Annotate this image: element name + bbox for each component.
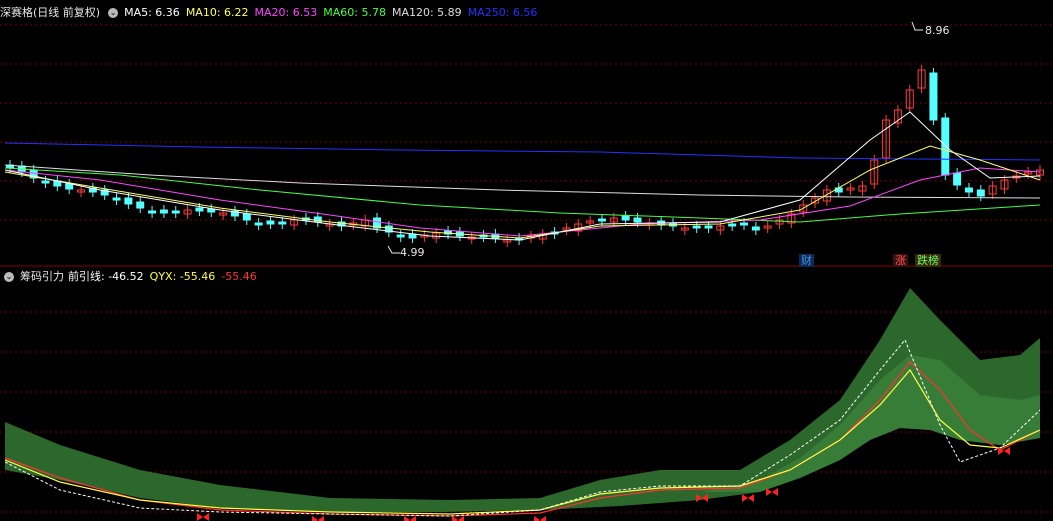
ma120-value: MA120: 5.89 <box>391 6 462 19</box>
chevron-down-icon[interactable]: ⌄ <box>4 272 14 282</box>
signal-marker-right <box>540 516 546 521</box>
event-tag-finance[interactable]: 财 <box>799 254 814 267</box>
signal-marker-left <box>534 516 540 521</box>
ma60-line <box>4 167 1041 223</box>
candle-down <box>124 197 133 205</box>
candle-down <box>692 225 701 229</box>
candle-down <box>976 189 985 197</box>
candle-down <box>148 210 157 214</box>
ma10-value: MA10: 6.22 <box>185 6 249 19</box>
price-low-pointer <box>387 245 400 254</box>
candle-down <box>633 217 642 223</box>
candle-down <box>396 234 405 238</box>
candle-down <box>751 226 760 231</box>
ma250-value: MA250: 6.56 <box>467 6 538 19</box>
candle-down <box>964 187 973 193</box>
signal-marker-left <box>404 516 410 521</box>
qyx-lead-value: 前引线: -46.52 <box>68 270 144 283</box>
chevron-down-icon[interactable]: ⌄ <box>108 8 119 18</box>
candle-down <box>728 223 737 227</box>
signal-marker-left <box>452 516 458 521</box>
qyx-red-value: -55.46 <box>221 270 257 283</box>
candle-down <box>834 187 843 193</box>
price-panel-title: 深赛格(日线 前复权) <box>0 6 101 19</box>
signal-marker-right <box>410 516 416 521</box>
price-low-label: 4.99 <box>400 246 425 259</box>
ma250-line <box>4 142 1041 161</box>
ma20-value: MA20: 6.53 <box>254 6 318 19</box>
candle-down <box>242 213 251 221</box>
signal-marker-left <box>742 494 748 502</box>
price-high-pointer <box>911 21 923 31</box>
candle-down <box>929 72 938 121</box>
price-panel-header: 深赛格(日线 前复权) ⌄ MA5: 6.36 MA10: 6.22 MA20:… <box>0 5 543 21</box>
qyx-value: QYX: -55.46 <box>149 270 216 283</box>
signal-marker-right <box>203 513 209 521</box>
indicator-panel-header: ⌄ 筹码引力 前引线: -46.52 QYX: -55.46 -55.46 <box>0 269 263 285</box>
signal-marker-right <box>748 494 754 502</box>
candle-down <box>704 225 713 229</box>
ma60-value: MA60: 5.78 <box>323 6 386 19</box>
event-tag-rise[interactable]: 涨 <box>893 254 908 267</box>
candle-down <box>171 210 180 214</box>
candle-down <box>621 215 630 221</box>
indicator-panel-title: 筹码引力 <box>20 270 64 283</box>
candle-down <box>740 222 749 226</box>
candle-down <box>112 197 121 201</box>
signal-marker-left <box>312 516 318 521</box>
candle-down <box>597 218 606 222</box>
candle-down <box>195 207 204 212</box>
candle-down <box>278 221 287 225</box>
candle-down <box>953 172 962 186</box>
candle-down <box>254 222 263 226</box>
ma10-line <box>4 145 1041 239</box>
signal-marker-left <box>197 513 203 521</box>
ma5-value: MA5: 6.36 <box>124 6 180 19</box>
signal-marker-left <box>766 488 772 496</box>
candle-down <box>41 180 50 184</box>
signal-marker-right <box>772 488 778 496</box>
candle-down <box>266 220 275 225</box>
candle-down <box>136 201 145 209</box>
candle-down <box>65 183 74 190</box>
ma20-line <box>4 167 1041 237</box>
candle-down <box>159 209 168 214</box>
signal-marker-right <box>318 516 324 521</box>
signal-marker-right <box>458 516 464 521</box>
price-high-label: 8.96 <box>925 24 950 37</box>
event-tag-fall-list[interactable]: 跌榜 <box>915 254 941 267</box>
candle-down <box>941 117 950 176</box>
